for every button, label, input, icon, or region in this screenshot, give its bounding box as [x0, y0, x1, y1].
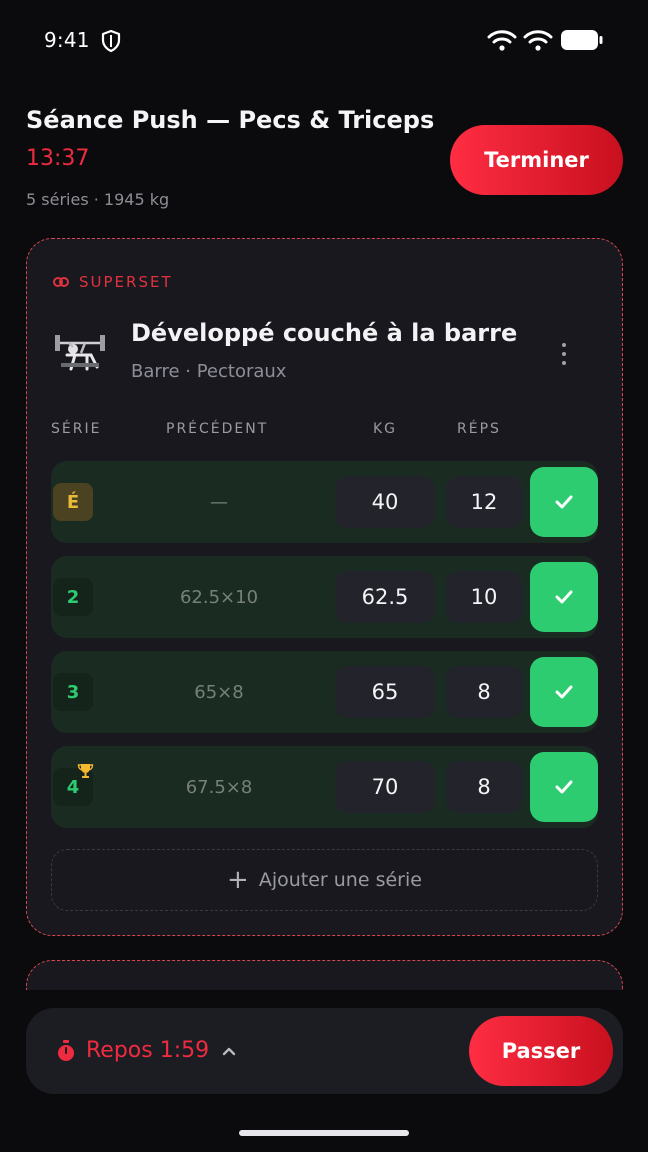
complete-set-button[interactable] [530, 467, 598, 537]
set-type-badge[interactable]: 2 [53, 578, 93, 616]
workout-header: Séance Push — Pecs & Triceps 13:37 5 sér… [26, 104, 626, 214]
status-time: 9:41 [44, 28, 90, 52]
weight-input[interactable]: 40 [335, 476, 435, 528]
previous-value: 65×8 [194, 681, 244, 703]
more-options-icon[interactable] [555, 339, 573, 369]
check-icon [555, 780, 573, 794]
status-bar: 9:41 [0, 0, 648, 82]
check-icon [555, 685, 573, 699]
battery-icon [561, 30, 603, 50]
finish-button[interactable]: Terminer [450, 125, 623, 195]
wifi-icon [523, 30, 553, 51]
rest-timer-label: Repos 1:59 [86, 1038, 210, 1063]
superset-label: SUPERSET [79, 273, 173, 291]
weight-input[interactable]: 62.5 [335, 571, 435, 623]
column-reps: RÉPS [457, 421, 501, 437]
set-type-badge[interactable]: É [53, 483, 93, 521]
reps-input[interactable]: 8 [446, 666, 522, 718]
set-row: 3 65×8 65 8 [51, 651, 598, 733]
complete-set-button[interactable] [530, 562, 598, 632]
set-row: É — 40 12 [51, 461, 598, 543]
previous-value: 62.5×10 [179, 586, 259, 608]
check-icon [555, 590, 573, 604]
superset-tag: SUPERSET [53, 273, 173, 291]
exercise-meta: Barre · Pectoraux [131, 361, 287, 382]
column-kg: KG [373, 421, 398, 437]
exercise-thumbnail[interactable] [51, 323, 109, 381]
reps-input[interactable]: 8 [446, 761, 522, 813]
complete-set-button[interactable] [530, 752, 598, 822]
shield-icon [101, 29, 121, 53]
set-type-badge[interactable]: 3 [53, 673, 93, 711]
add-set-button[interactable]: + Ajouter une série [51, 849, 598, 911]
skip-rest-button[interactable]: Passer [469, 1016, 613, 1086]
reps-input[interactable]: 12 [446, 476, 522, 528]
next-exercise-card [26, 960, 623, 990]
check-icon [555, 495, 573, 509]
exercise-name[interactable]: Développé couché à la barre [131, 319, 517, 347]
rest-timer-bar[interactable]: Repos 1:59 Passer [26, 1008, 623, 1094]
wifi-icon [487, 30, 517, 51]
chevron-up-icon[interactable] [222, 1046, 236, 1056]
link-icon [53, 277, 69, 287]
trophy-icon [77, 764, 94, 778]
weight-input[interactable]: 70 [335, 761, 435, 813]
workout-title: Séance Push — Pecs & Triceps [26, 106, 435, 134]
home-indicator[interactable] [239, 1130, 409, 1136]
column-previous: PRÉCÉDENT [166, 421, 269, 437]
stopwatch-icon [58, 1040, 74, 1061]
complete-set-button[interactable] [530, 657, 598, 727]
workout-summary: 5 séries · 1945 kg [26, 190, 170, 209]
weight-input[interactable]: 65 [335, 666, 435, 718]
workout-timer: 13:37 [26, 146, 90, 171]
exercise-card: SUPERSET Développé couché à la barre Bar… [26, 238, 623, 936]
plus-icon: + [227, 865, 249, 895]
reps-input[interactable]: 10 [446, 571, 522, 623]
column-set: SÉRIE [51, 421, 102, 437]
set-row: 4 67.5×8 70 8 [51, 746, 598, 828]
previous-value: — [210, 491, 228, 513]
previous-value: 67.5×8 [185, 776, 253, 798]
add-set-label: Ajouter une série [258, 869, 422, 891]
set-row: 2 62.5×10 62.5 10 [51, 556, 598, 638]
